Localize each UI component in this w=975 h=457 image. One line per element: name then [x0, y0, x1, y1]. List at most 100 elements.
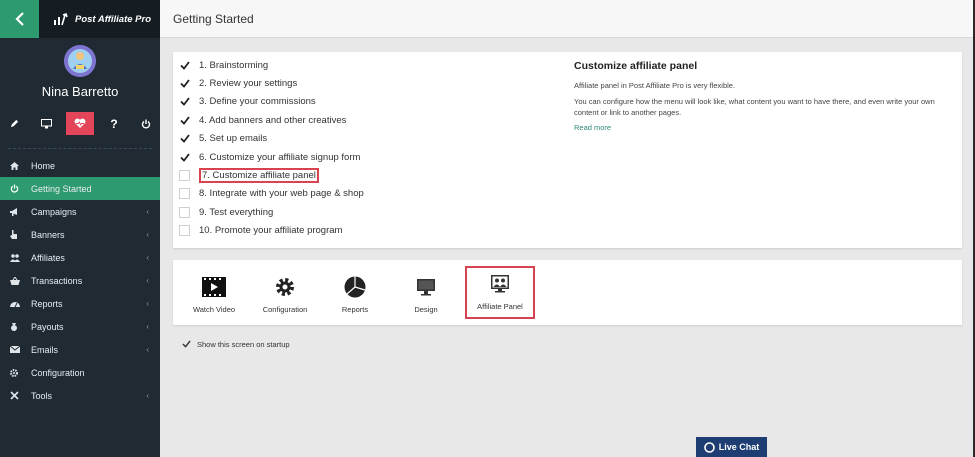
chevron-left-icon: ‹ [146, 253, 149, 262]
step-item[interactable]: 8. Integrate with your web page & shop [179, 185, 364, 201]
quick-links-panel: Watch Video Configuration Reports Design… [173, 260, 962, 325]
question-icon: ? [110, 116, 118, 131]
tile-label: Configuration [262, 305, 308, 314]
tile-watch-video[interactable]: Watch Video [181, 268, 247, 320]
sidebar-top-bar: Post Affiliate Pro [0, 0, 160, 38]
check-icon[interactable] [179, 152, 190, 163]
read-more-link[interactable]: Read more [574, 123, 954, 132]
check-icon[interactable] [179, 133, 190, 144]
checkbox-empty[interactable] [179, 187, 190, 199]
brand[interactable]: Post Affiliate Pro [39, 0, 160, 38]
info-text: Affiliate panel in Post Affiliate Pro is… [574, 81, 736, 90]
logo-icon [54, 12, 68, 26]
show-on-startup[interactable]: Show this screen on startup [181, 339, 290, 349]
sidebar-item-label: Getting Started [31, 183, 92, 194]
sidebar-nav: Home Getting Started Campaigns ‹ Banners… [0, 154, 160, 407]
tile-label: Affiliate Panel [477, 302, 523, 311]
chevron-left-icon: ‹ [146, 299, 149, 308]
sidebar-divider [8, 148, 152, 149]
live-chat-button[interactable]: Live Chat [696, 437, 767, 457]
home-icon [10, 161, 19, 170]
chevron-left-icon: ‹ [146, 207, 149, 216]
check-icon[interactable] [179, 115, 190, 126]
money-bag-icon [11, 323, 17, 331]
chat-bubble-icon [703, 441, 715, 453]
wrench-icon [10, 391, 19, 400]
gear-icon [276, 278, 294, 296]
step-item[interactable]: 2. Review your settings [179, 75, 297, 91]
step-label: 10. Promote your affiliate program [199, 224, 343, 236]
monitor-button[interactable] [34, 112, 58, 135]
sidebar-item-label: Configuration [31, 367, 85, 378]
hand-pointer-icon [10, 230, 17, 239]
health-button[interactable] [66, 112, 94, 135]
checkbox-empty[interactable] [179, 169, 190, 181]
step-item[interactable]: 10. Promote your affiliate program [179, 222, 342, 238]
sidebar-item-transactions[interactable]: Transactions ‹ [0, 269, 160, 292]
check-icon[interactable] [179, 78, 190, 89]
avatar[interactable] [64, 45, 96, 77]
logout-button[interactable] [134, 112, 158, 135]
step-label: 1. Brainstorming [199, 59, 269, 71]
info-title: Customize affiliate panel [574, 60, 698, 72]
checkbox-empty[interactable] [179, 206, 190, 218]
step-item[interactable]: 5. Set up emails [179, 130, 267, 146]
check-icon[interactable] [179, 96, 190, 107]
pencil-icon [10, 119, 18, 128]
video-icon [202, 277, 226, 297]
step-item[interactable]: 4. Add banners and other creatives [179, 112, 346, 128]
help-button[interactable]: ? [102, 112, 126, 135]
step-item[interactable]: 9. Test everything [179, 204, 273, 220]
steps-panel: 1. Brainstorming 2. Review your settings… [173, 52, 962, 248]
tile-reports[interactable]: Reports [322, 268, 388, 320]
sidebar-item-emails[interactable]: Emails ‹ [0, 338, 160, 361]
basket-icon [10, 276, 20, 285]
tile-label: Design [414, 305, 438, 314]
step-item[interactable]: 3. Define your commissions [179, 93, 316, 109]
step-label: 2. Review your settings [199, 77, 298, 89]
step-info: Customize affiliate panel Affiliate pane… [574, 60, 954, 132]
sidebar-item-payouts[interactable]: Payouts ‹ [0, 315, 160, 338]
sidebar-item-home[interactable]: Home [0, 154, 160, 177]
sidebar-item-tools[interactable]: Tools ‹ [0, 384, 160, 407]
chevron-left-icon: ‹ [146, 322, 149, 331]
sidebar-item-configuration[interactable]: Configuration [0, 361, 160, 384]
tile-design[interactable]: Design [393, 268, 459, 320]
sidebar-item-label: Reports [31, 298, 63, 309]
power-icon [141, 119, 151, 129]
edit-button[interactable] [2, 112, 26, 135]
step-label-highlighted[interactable]: 7. Customize affiliate panel [199, 167, 319, 183]
sidebar-item-affiliates[interactable]: Affiliates ‹ [0, 246, 160, 269]
check-icon[interactable] [179, 60, 190, 71]
sidebar-item-getting-started[interactable]: Getting Started [0, 177, 160, 200]
chevron-left-icon: ‹ [146, 391, 149, 400]
step-item[interactable]: 1. Brainstorming [179, 57, 268, 73]
check-icon[interactable] [181, 339, 191, 349]
sidebar-item-label: Banners [31, 229, 65, 240]
sidebar-item-campaigns[interactable]: Campaigns ‹ [0, 200, 160, 223]
sidebar-item-label: Affiliates [31, 252, 65, 263]
live-chat-label: Live Chat [718, 442, 760, 452]
sidebar-item-label: Emails [31, 344, 59, 355]
chevron-left-icon [14, 12, 24, 26]
checkbox-empty[interactable] [179, 224, 190, 236]
speedometer-icon [10, 302, 20, 307]
tile-label: Watch Video [192, 305, 236, 314]
users-icon [10, 253, 20, 262]
tile-label: Reports [341, 305, 369, 314]
step-item-current[interactable]: 7. Customize affiliate panel [179, 167, 319, 183]
tile-affiliate-panel[interactable]: Affiliate Panel [465, 266, 535, 319]
pie-chart-icon [344, 276, 366, 298]
sidebar-item-banners[interactable]: Banners ‹ [0, 223, 160, 246]
envelope-icon [10, 346, 20, 353]
sidebar-item-reports[interactable]: Reports ‹ [0, 292, 160, 315]
sidebar-item-label: Transactions [31, 275, 83, 286]
back-button[interactable] [0, 0, 39, 38]
step-label: 9. Test everything [199, 206, 274, 218]
step-label: 8. Integrate with your web page & shop [199, 187, 364, 199]
info-text: You can configure how the menu will look… [574, 96, 935, 118]
brand-name: Post Affiliate Pro [75, 13, 152, 25]
step-item[interactable]: 6. Customize your affiliate signup form [179, 149, 360, 165]
quick-actions: ? [0, 112, 160, 135]
tile-configuration[interactable]: Configuration [252, 268, 318, 320]
